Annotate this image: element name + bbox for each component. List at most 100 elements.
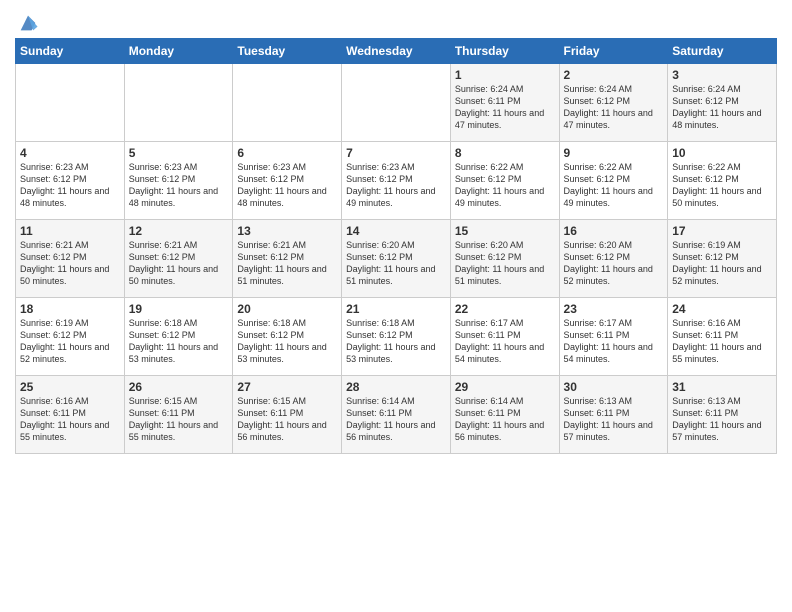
calendar-cell: 31Sunrise: 6:13 AM Sunset: 6:11 PM Dayli… <box>668 376 777 454</box>
day-header-sunday: Sunday <box>16 39 125 64</box>
day-header-thursday: Thursday <box>450 39 559 64</box>
calendar-cell: 20Sunrise: 6:18 AM Sunset: 6:12 PM Dayli… <box>233 298 342 376</box>
calendar-cell: 17Sunrise: 6:19 AM Sunset: 6:12 PM Dayli… <box>668 220 777 298</box>
day-number: 19 <box>129 302 229 316</box>
calendar-cell: 22Sunrise: 6:17 AM Sunset: 6:11 PM Dayli… <box>450 298 559 376</box>
day-info: Sunrise: 6:19 AM Sunset: 6:12 PM Dayligh… <box>20 317 120 366</box>
calendar-cell: 11Sunrise: 6:21 AM Sunset: 6:12 PM Dayli… <box>16 220 125 298</box>
day-info: Sunrise: 6:22 AM Sunset: 6:12 PM Dayligh… <box>564 161 664 210</box>
calendar-cell: 23Sunrise: 6:17 AM Sunset: 6:11 PM Dayli… <box>559 298 668 376</box>
day-number: 4 <box>20 146 120 160</box>
calendar-cell: 16Sunrise: 6:20 AM Sunset: 6:12 PM Dayli… <box>559 220 668 298</box>
calendar-cell: 9Sunrise: 6:22 AM Sunset: 6:12 PM Daylig… <box>559 142 668 220</box>
day-info: Sunrise: 6:20 AM Sunset: 6:12 PM Dayligh… <box>564 239 664 288</box>
day-info: Sunrise: 6:16 AM Sunset: 6:11 PM Dayligh… <box>20 395 120 444</box>
calendar-cell: 25Sunrise: 6:16 AM Sunset: 6:11 PM Dayli… <box>16 376 125 454</box>
day-number: 15 <box>455 224 555 238</box>
day-info: Sunrise: 6:15 AM Sunset: 6:11 PM Dayligh… <box>237 395 337 444</box>
calendar-cell <box>124 64 233 142</box>
day-info: Sunrise: 6:21 AM Sunset: 6:12 PM Dayligh… <box>237 239 337 288</box>
calendar-cell: 4Sunrise: 6:23 AM Sunset: 6:12 PM Daylig… <box>16 142 125 220</box>
day-number: 18 <box>20 302 120 316</box>
day-info: Sunrise: 6:17 AM Sunset: 6:11 PM Dayligh… <box>455 317 555 366</box>
day-info: Sunrise: 6:23 AM Sunset: 6:12 PM Dayligh… <box>346 161 446 210</box>
day-header-monday: Monday <box>124 39 233 64</box>
calendar-cell: 10Sunrise: 6:22 AM Sunset: 6:12 PM Dayli… <box>668 142 777 220</box>
day-number: 26 <box>129 380 229 394</box>
calendar-cell: 3Sunrise: 6:24 AM Sunset: 6:12 PM Daylig… <box>668 64 777 142</box>
calendar-cell: 1Sunrise: 6:24 AM Sunset: 6:11 PM Daylig… <box>450 64 559 142</box>
day-info: Sunrise: 6:24 AM Sunset: 6:12 PM Dayligh… <box>672 83 772 132</box>
day-number: 1 <box>455 68 555 82</box>
day-info: Sunrise: 6:13 AM Sunset: 6:11 PM Dayligh… <box>564 395 664 444</box>
calendar-week-2: 4 Sunrise: 6:23 AM Sunset: 6:12 PM Daylig… <box>16 142 777 220</box>
day-number: 7 <box>346 146 446 160</box>
day-info: Sunrise: 6:23 AM Sunset: 6:12 PM Dayligh… <box>237 161 337 210</box>
day-info: Sunrise: 6:22 AM Sunset: 6:12 PM Dayligh… <box>455 161 555 210</box>
calendar-cell: 21Sunrise: 6:18 AM Sunset: 6:12 PM Dayli… <box>342 298 451 376</box>
day-number: 9 <box>564 146 664 160</box>
day-number: 16 <box>564 224 664 238</box>
calendar-week-1: 1Sunrise: 6:24 AM Sunset: 6:11 PM Daylig… <box>16 64 777 142</box>
calendar-cell: 30Sunrise: 6:13 AM Sunset: 6:11 PM Dayli… <box>559 376 668 454</box>
calendar-cell: 14Sunrise: 6:20 AM Sunset: 6:12 PM Dayli… <box>342 220 451 298</box>
calendar-cell: 15Sunrise: 6:20 AM Sunset: 6:12 PM Dayli… <box>450 220 559 298</box>
header <box>15 10 777 34</box>
day-number: 21 <box>346 302 446 316</box>
day-info: Sunrise: 6:24 AM Sunset: 6:11 PM Dayligh… <box>455 83 555 132</box>
day-number: 3 <box>672 68 772 82</box>
day-number: 10 <box>672 146 772 160</box>
day-info: Sunrise: 6:14 AM Sunset: 6:11 PM Dayligh… <box>455 395 555 444</box>
day-number: 28 <box>346 380 446 394</box>
day-number: 13 <box>237 224 337 238</box>
calendar-cell <box>16 64 125 142</box>
logo <box>15 14 39 34</box>
calendar-cell: 7Sunrise: 6:23 AM Sunset: 6:12 PM Daylig… <box>342 142 451 220</box>
day-number: 20 <box>237 302 337 316</box>
calendar-cell: 18Sunrise: 6:19 AM Sunset: 6:12 PM Dayli… <box>16 298 125 376</box>
calendar-cell: 28Sunrise: 6:14 AM Sunset: 6:11 PM Dayli… <box>342 376 451 454</box>
day-number: 5 <box>129 146 229 160</box>
day-number: 2 <box>564 68 664 82</box>
calendar-week-5: 25Sunrise: 6:16 AM Sunset: 6:11 PM Dayli… <box>16 376 777 454</box>
day-info: Sunrise: 6:14 AM Sunset: 6:11 PM Dayligh… <box>346 395 446 444</box>
day-header-saturday: Saturday <box>668 39 777 64</box>
day-info: Sunrise: 6:23 AM Sunset: 6:12 PM Dayligh… <box>129 161 229 210</box>
calendar-cell <box>233 64 342 142</box>
day-number: 12 <box>129 224 229 238</box>
day-header-wednesday: Wednesday <box>342 39 451 64</box>
calendar-week-4: 18Sunrise: 6:19 AM Sunset: 6:12 PM Dayli… <box>16 298 777 376</box>
calendar-cell: 8Sunrise: 6:22 AM Sunset: 6:12 PM Daylig… <box>450 142 559 220</box>
day-info: Sunrise: 6:20 AM Sunset: 6:12 PM Dayligh… <box>455 239 555 288</box>
day-info: Sunrise: 6:18 AM Sunset: 6:12 PM Dayligh… <box>346 317 446 366</box>
day-number: 8 <box>455 146 555 160</box>
day-number: 22 <box>455 302 555 316</box>
day-number: 30 <box>564 380 664 394</box>
day-header-tuesday: Tuesday <box>233 39 342 64</box>
day-number: 27 <box>237 380 337 394</box>
calendar-cell: 24Sunrise: 6:16 AM Sunset: 6:11 PM Dayli… <box>668 298 777 376</box>
calendar-cell: 13Sunrise: 6:21 AM Sunset: 6:12 PM Dayli… <box>233 220 342 298</box>
logo-icon <box>17 12 39 34</box>
calendar-cell: 27Sunrise: 6:15 AM Sunset: 6:11 PM Dayli… <box>233 376 342 454</box>
calendar-cell: 6Sunrise: 6:23 AM Sunset: 6:12 PM Daylig… <box>233 142 342 220</box>
day-number: 31 <box>672 380 772 394</box>
day-number: 17 <box>672 224 772 238</box>
day-info: Sunrise: 6:18 AM Sunset: 6:12 PM Dayligh… <box>129 317 229 366</box>
day-number: 25 <box>20 380 120 394</box>
calendar-table: SundayMondayTuesdayWednesdayThursdayFrid… <box>15 38 777 454</box>
calendar-week-3: 11Sunrise: 6:21 AM Sunset: 6:12 PM Dayli… <box>16 220 777 298</box>
day-info: Sunrise: 6:17 AM Sunset: 6:11 PM Dayligh… <box>564 317 664 366</box>
calendar-cell: 2Sunrise: 6:24 AM Sunset: 6:12 PM Daylig… <box>559 64 668 142</box>
day-info: Sunrise: 6:18 AM Sunset: 6:12 PM Dayligh… <box>237 317 337 366</box>
calendar-cell: 29Sunrise: 6:14 AM Sunset: 6:11 PM Dayli… <box>450 376 559 454</box>
day-number: 14 <box>346 224 446 238</box>
day-info: Sunrise: 6:22 AM Sunset: 6:12 PM Dayligh… <box>672 161 772 210</box>
day-info: Sunrise: 6:20 AM Sunset: 6:12 PM Dayligh… <box>346 239 446 288</box>
calendar-cell: 12Sunrise: 6:21 AM Sunset: 6:12 PM Dayli… <box>124 220 233 298</box>
calendar-cell: 19Sunrise: 6:18 AM Sunset: 6:12 PM Dayli… <box>124 298 233 376</box>
day-number: 29 <box>455 380 555 394</box>
day-number: 24 <box>672 302 772 316</box>
day-info: Sunrise: 6:13 AM Sunset: 6:11 PM Dayligh… <box>672 395 772 444</box>
day-info: Sunrise: 6:21 AM Sunset: 6:12 PM Dayligh… <box>20 239 120 288</box>
